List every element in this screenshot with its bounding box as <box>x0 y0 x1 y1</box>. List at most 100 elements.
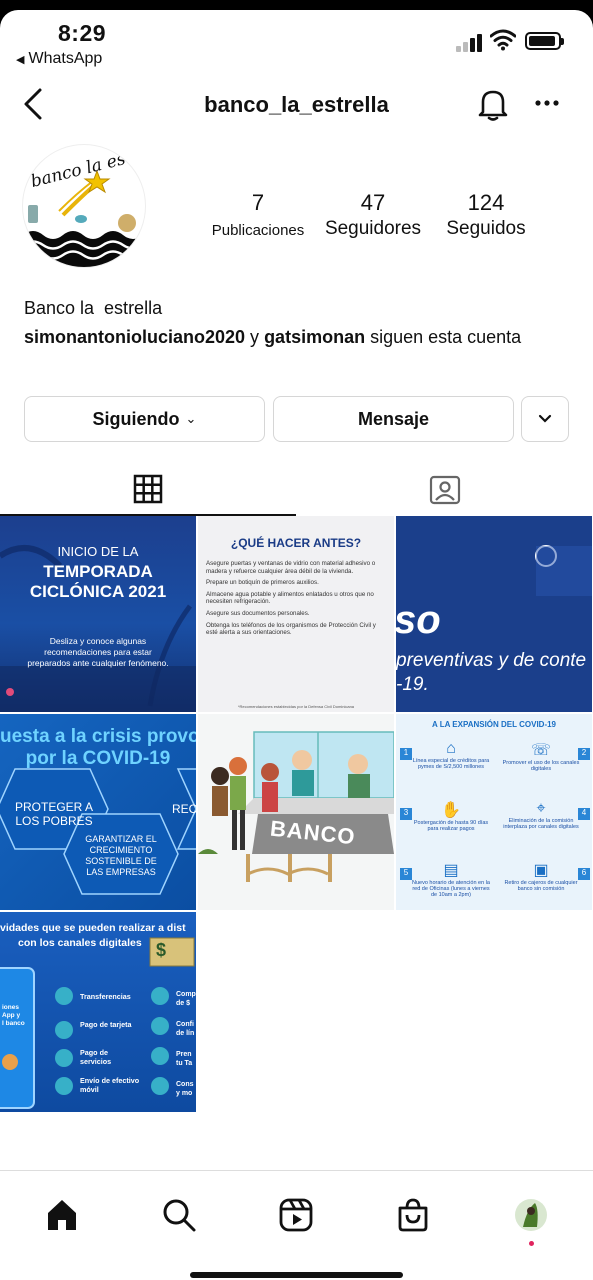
back-to-app-link[interactable]: ◀ WhatsApp <box>16 50 102 68</box>
post6-num: 2 <box>578 748 590 760</box>
bank-counter-illustration <box>198 731 394 882</box>
post1-line3: CICLÓNICA 2021 <box>29 582 167 601</box>
post4-hex3: REC <box>172 802 196 816</box>
nav-shop[interactable] <box>391 1193 435 1237</box>
post7-item: Pago de tarjeta <box>80 1020 132 1029</box>
stat-followers-label: Seguidores <box>324 218 422 239</box>
stat-posts-label: Publicaciones <box>211 222 305 239</box>
money-hand-icon: ✋ <box>441 802 461 819</box>
post6-num: 6 <box>578 868 590 880</box>
post6-item-text: Postergación de hasta 90 días para reali… <box>413 820 489 832</box>
stat-following[interactable]: 124 Seguidos <box>421 190 551 240</box>
post2-footer: *Recomendaciones establecidas por la Def… <box>237 704 355 709</box>
post2-item: Almacene agua potable y alimentos enlata… <box>206 590 374 606</box>
phone-laptop-icon: ☏ <box>530 742 551 759</box>
post1-body3: preparados ante cualquier fenómeno. <box>27 658 169 668</box>
post-thumbnail[interactable]: INICIO DE LA TEMPORADA CICLÓNICA 2021 De… <box>0 516 196 712</box>
post-thumbnail[interactable]: BANCO <box>198 714 394 910</box>
house-icon: ⌂ <box>446 740 456 757</box>
profile-tabs <box>0 464 593 516</box>
post7-item-right: Comp de $ <box>176 991 196 1007</box>
post6-item-text: Nuevo horario de atención en la red de O… <box>412 880 490 898</box>
dollar-icon: $ <box>156 940 167 960</box>
location-icon: ⌖ <box>536 800 546 817</box>
message-button[interactable]: Mensaje <box>273 396 514 442</box>
follower-username-2[interactable]: gatsimonan <box>264 327 365 347</box>
post3-line2: -19. <box>396 674 429 695</box>
post-thumbnail[interactable]: so preventivas y de conte -19. <box>396 516 592 712</box>
following-button[interactable]: Siguiendo ⌄ <box>24 396 265 442</box>
back-triangle-icon: ◀ <box>16 54 25 66</box>
post2-item: Prepare un botiquín de primeros auxilios… <box>206 579 319 587</box>
post6-title: A LA EXPANSIÓN DEL COVID-19 <box>431 720 557 729</box>
post1-body2: recomendaciones para estar <box>44 647 152 657</box>
store-icon: ▤ <box>443 862 459 879</box>
profile-avatar[interactable]: banco la estrella <box>22 144 146 268</box>
post7-item-right: Confi de lín <box>176 1021 195 1037</box>
post7-item: Pago de servicios <box>80 1048 112 1066</box>
post7-phone-line: iones <box>2 1004 19 1011</box>
shopping-bag-icon <box>398 1198 428 1232</box>
profile-display-name: Banco la estrella <box>24 298 163 318</box>
stat-posts-value: 7 <box>251 190 265 215</box>
search-icon <box>163 1199 196 1232</box>
post6-item: ▤ Nuevo horario de atención en la red de… <box>410 860 492 898</box>
tagged-person-icon <box>429 475 461 505</box>
post2-item: Obtenga los teléfonos de los organismos … <box>206 621 376 637</box>
chevron-down-icon <box>538 414 552 423</box>
post6-item-text: Línea especial de créditos para pymes de… <box>412 758 490 770</box>
reels-icon <box>279 1198 313 1232</box>
cellular-signal-icon <box>456 32 486 52</box>
following-button-label: Siguiendo <box>92 408 180 429</box>
followed-by-suffix: siguen esta cuenta <box>365 327 522 347</box>
post-thumbnail[interactable]: ¿QUÉ HACER ANTES? Asegure puertas y vent… <box>198 516 394 712</box>
activity-dot <box>529 1241 534 1246</box>
post6-item: ⌂ Línea especial de créditos para pymes … <box>410 740 492 770</box>
stat-posts[interactable]: 7 Publicaciones <box>193 190 323 239</box>
suggested-accounts-button[interactable] <box>521 396 569 442</box>
post1-line2: TEMPORADA <box>43 562 153 581</box>
post-thumbnail[interactable]: uesta a la crisis provo por la COVID-19 … <box>0 714 196 910</box>
wifi-icon <box>490 29 516 51</box>
post2-list: Asegure puertas y ventanas de vidrio con… <box>206 560 384 641</box>
status-bar: 8:29 ◀ WhatsApp <box>0 10 593 72</box>
post6-item-text: Promover el uso de los canales digitales <box>502 760 580 772</box>
chevron-down-icon: ⌄ <box>185 411 197 426</box>
post6-item-text: Eliminación de la comisión interplaza po… <box>503 818 579 830</box>
more-options-icon[interactable] <box>530 88 564 118</box>
home-indicator <box>190 1272 403 1278</box>
profile-avatar-icon <box>515 1199 547 1231</box>
message-button-label: Mensaje <box>357 408 430 429</box>
post7-item-right: Pren tu Ta <box>176 1051 193 1067</box>
post-thumbnail[interactable]: A LA EXPANSIÓN DEL COVID-19 ⌂ Línea espe… <box>396 714 592 910</box>
nav-home[interactable] <box>40 1193 84 1237</box>
notification-bell-icon[interactable] <box>476 86 510 122</box>
post2-item: Asegure puertas y ventanas de vidrio con… <box>206 560 376 575</box>
status-time: 8:29 <box>58 20 107 46</box>
back-app-label: WhatsApp <box>28 50 103 67</box>
post2-item: Asegure sus documentos personales. <box>206 609 310 617</box>
post6-num: 1 <box>400 748 412 760</box>
post4-hex1: PROTEGER A LOS POBRES <box>14 800 94 828</box>
stat-followers-value: 47 <box>360 190 386 215</box>
post6-item: ✋ Postergación de hasta 90 días para rea… <box>410 800 492 832</box>
tab-tagged[interactable] <box>297 464 593 516</box>
nav-search[interactable] <box>157 1193 201 1237</box>
post6-num: 5 <box>400 868 412 880</box>
post7-phone-text: iones App y l banco <box>2 1004 25 1028</box>
post6-item: ☏ Promover el uso de los canales digital… <box>500 740 582 772</box>
post7-phone-line: l banco <box>2 1020 25 1027</box>
tab-grid[interactable] <box>0 464 296 516</box>
instagram-profile-screen: 8:29 ◀ WhatsApp banco_la_estrella banco … <box>0 10 593 1280</box>
nav-reels[interactable] <box>274 1193 318 1237</box>
post3-line1: preventivas y de conte <box>396 650 587 671</box>
atm-icon: ▣ <box>533 862 549 879</box>
followed-by-connector: y <box>245 327 265 347</box>
post3-big-text: so <box>396 598 441 642</box>
nav-profile[interactable] <box>509 1193 553 1237</box>
post-thumbnail[interactable]: vidades que se pueden realizar a dist co… <box>0 912 196 1112</box>
post1-line1: INICIO DE LA <box>57 544 139 559</box>
followed-by-text[interactable]: simonantonioluciano2020 y gatsimonan sig… <box>24 324 564 350</box>
stat-followers[interactable]: 47 Seguidores <box>308 190 438 240</box>
follower-username-1[interactable]: simonantonioluciano2020 <box>24 327 245 347</box>
